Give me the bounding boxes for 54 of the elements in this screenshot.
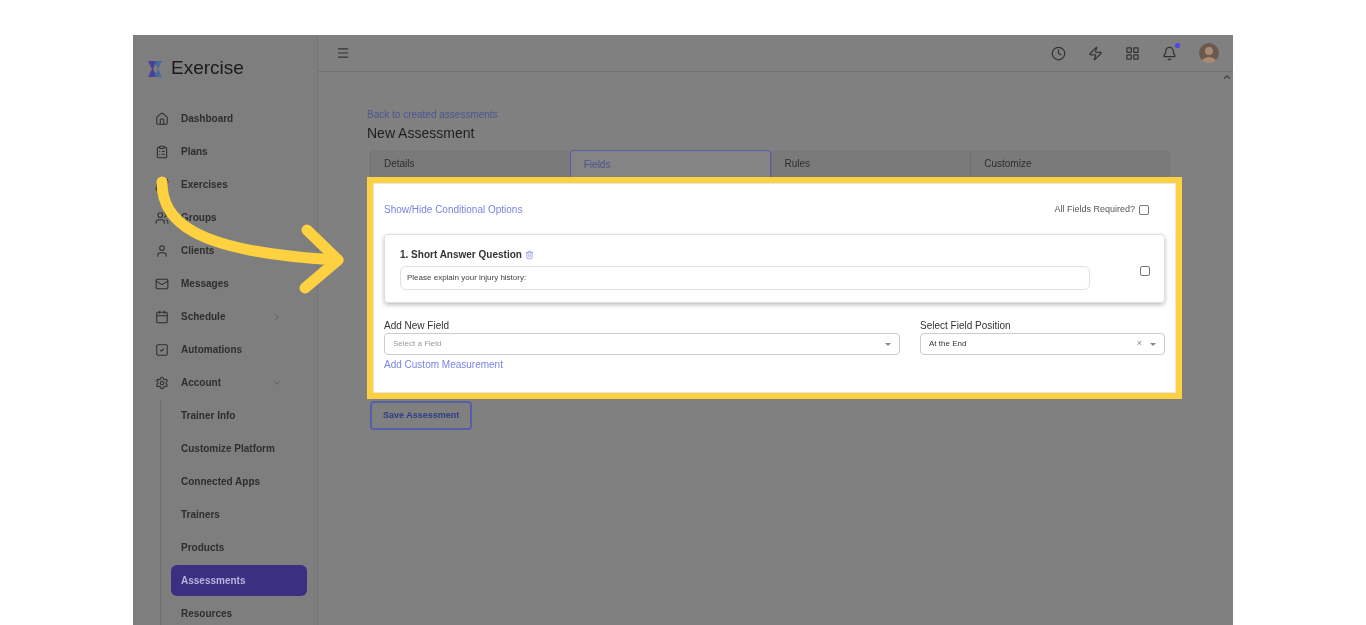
sidebar-subitem[interactable]: Trainer Info xyxy=(171,400,307,431)
menu-icon[interactable] xyxy=(336,46,350,60)
sidebar-item[interactable]: Plans xyxy=(133,135,306,168)
users-icon xyxy=(155,210,169,225)
sidebar-subitem[interactable]: Connected Apps xyxy=(171,466,307,497)
clipboard-icon xyxy=(155,144,169,159)
custom-measurement-link[interactable]: Add Custom Measurement xyxy=(384,357,900,372)
sidebar-item[interactable]: Messages xyxy=(133,267,306,300)
avatar[interactable] xyxy=(1199,43,1219,63)
save-assessment-button[interactable]: Save Assessment xyxy=(370,401,473,430)
sidebar-item[interactable]: Dashboard xyxy=(133,102,306,135)
clear-button[interactable]: × xyxy=(1136,337,1142,351)
calendar-icon xyxy=(155,309,169,324)
tab[interactable]: Customize xyxy=(970,150,1170,177)
settings-icon xyxy=(155,375,169,390)
sidebar-subitem[interactable]: Products xyxy=(171,532,307,563)
question-title: 1. Short Answer Question xyxy=(400,248,522,262)
sidebar-item[interactable]: Schedule xyxy=(133,300,306,333)
trash-icon[interactable] xyxy=(524,249,534,260)
position-label: Select Field Position xyxy=(920,319,1012,333)
scroll-up-icon[interactable] xyxy=(1222,72,1232,82)
conditional-options-link[interactable]: Show/Hide Conditional Options xyxy=(384,202,523,217)
dropdown-caret-icon xyxy=(1150,342,1156,346)
checkbox[interactable] xyxy=(1139,204,1149,215)
tab[interactable]: Fields xyxy=(569,150,771,177)
tab[interactable]: Rules xyxy=(770,150,971,177)
logo-icon xyxy=(145,58,165,79)
checkbox[interactable] xyxy=(1140,266,1150,276)
sidebar-subitem[interactable]: Assessments xyxy=(171,565,307,596)
brand-name: Exercise xyxy=(171,56,244,81)
sidebar-item[interactable]: Account xyxy=(133,366,306,399)
sidebar-item[interactable]: Clients xyxy=(133,234,306,267)
tab[interactable]: Details xyxy=(370,150,570,177)
sidebar-subitem[interactable]: Customize Platform xyxy=(171,433,307,464)
sidebar-item[interactable]: Automations xyxy=(133,333,306,366)
clock-icon[interactable] xyxy=(1051,45,1066,61)
dropdown-caret-icon xyxy=(885,342,891,346)
sidebar-subitem[interactable]: Trainers xyxy=(171,499,307,530)
sidebar-item[interactable]: Exercises xyxy=(133,168,306,201)
position-select[interactable]: At the End × xyxy=(920,333,1165,355)
checkbox-icon xyxy=(155,342,169,357)
apps-icon[interactable] xyxy=(1125,45,1140,61)
notifications-button[interactable] xyxy=(1162,45,1177,61)
add-field-select[interactable]: Select a Field xyxy=(384,333,900,355)
dumbbell-icon xyxy=(155,177,169,192)
all-required-label: All Fields Required? xyxy=(1054,202,1135,216)
page-title: New Assessment xyxy=(367,124,476,143)
user-icon xyxy=(155,243,169,258)
mail-icon xyxy=(155,276,169,291)
question-input[interactable]: Please explain your injury history: xyxy=(400,266,1090,290)
lightning-icon[interactable] xyxy=(1088,45,1103,61)
home-icon xyxy=(155,111,169,126)
add-field-label: Add New Field xyxy=(384,319,451,333)
sidebar-subitem[interactable]: Resources xyxy=(171,598,307,625)
